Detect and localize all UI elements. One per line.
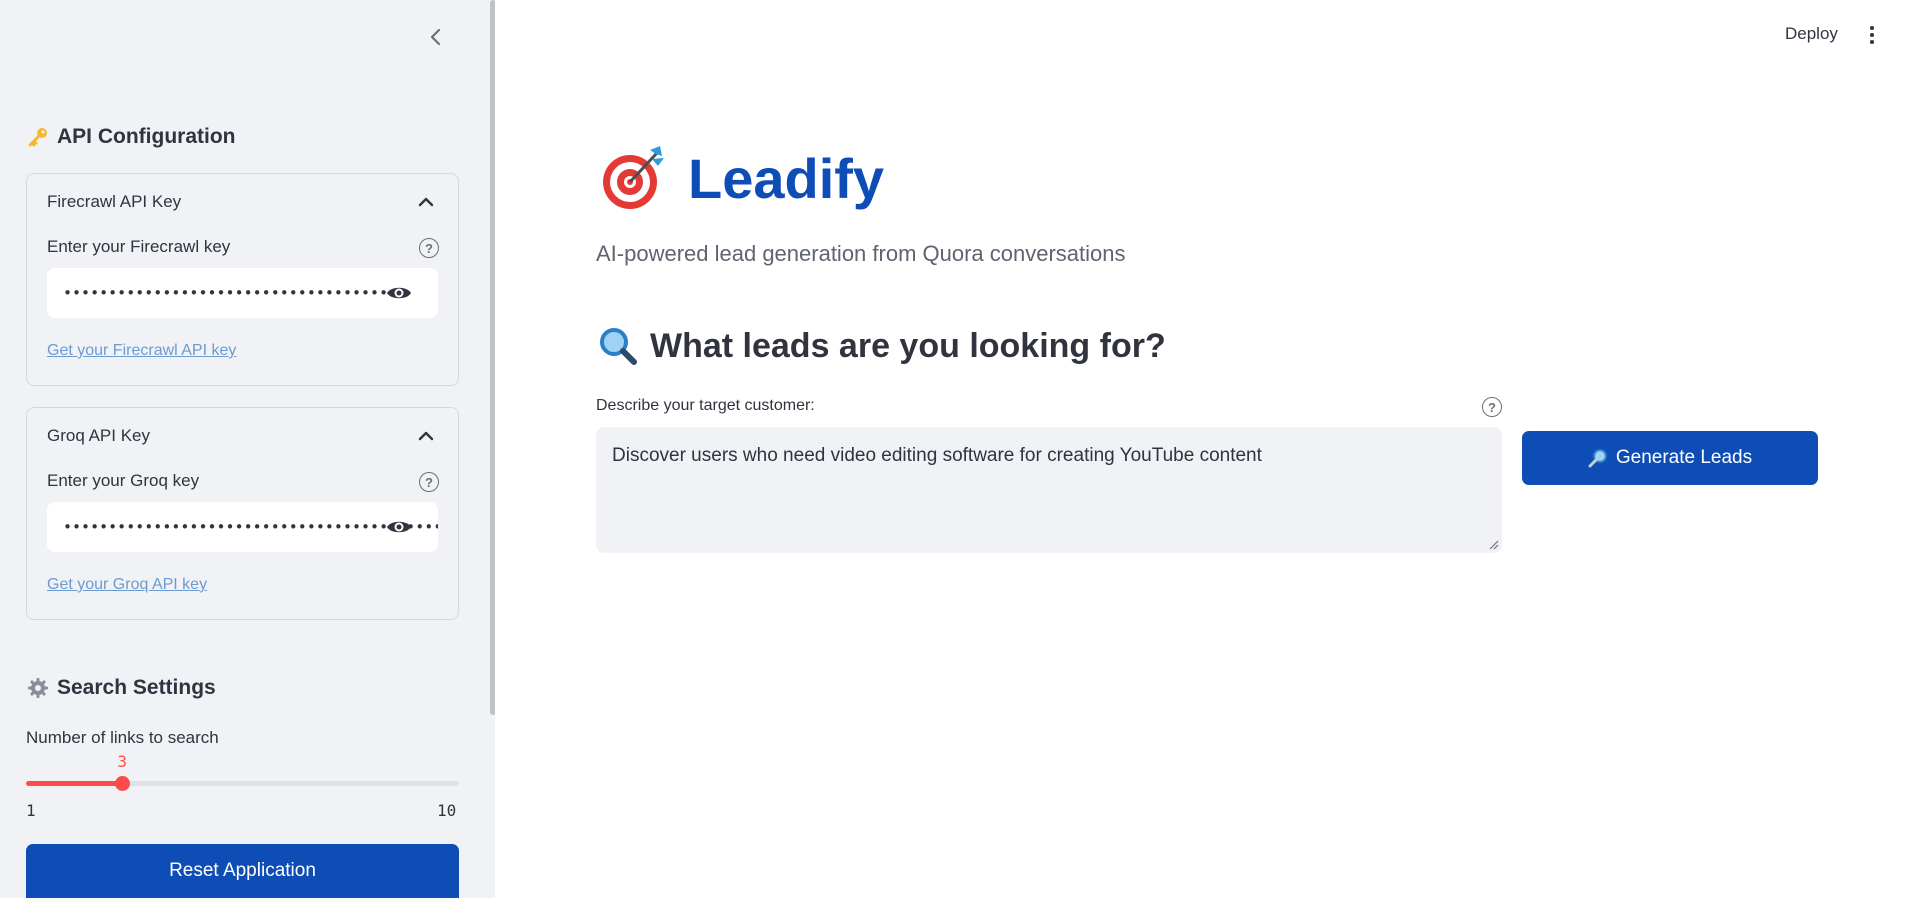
search-settings-heading: Search Settings — [27, 676, 216, 700]
target-customer-label: Describe your target customer: — [596, 397, 815, 414]
slider-min-label: 1 — [26, 801, 36, 820]
app-title: Leadify — [598, 142, 884, 214]
api-config-heading: API Configuration — [27, 125, 235, 149]
query-heading: What leads are you looking for? — [598, 326, 1166, 366]
links-slider-value: 3 — [117, 752, 128, 771]
slider-fill — [26, 781, 123, 786]
slider-max-label: 10 — [437, 801, 457, 820]
main-menu-button[interactable] — [1862, 24, 1882, 46]
sidebar-scrollbar[interactable] — [490, 0, 495, 715]
eye-icon[interactable] — [385, 517, 413, 537]
slider-thumb[interactable] — [115, 776, 131, 791]
help-icon[interactable]: ? — [1482, 397, 1502, 417]
magnifier-icon — [600, 328, 637, 365]
search-settings-title: Search Settings — [57, 676, 216, 699]
links-slider[interactable] — [26, 776, 459, 791]
eye-icon[interactable] — [385, 283, 413, 303]
chevron-up-icon[interactable] — [416, 192, 436, 212]
chevron-up-icon[interactable] — [416, 426, 436, 446]
gear-icon — [28, 678, 48, 698]
firecrawl-key-label: Enter your Firecrawl key — [47, 237, 231, 256]
firecrawl-key-input[interactable]: •••••••••••••••••••••••••••••••••••• — [47, 268, 438, 318]
help-icon[interactable]: ? — [419, 472, 439, 492]
groq-expander-header[interactable]: Groq API Key — [47, 426, 150, 446]
query-heading-text: What leads are you looking for? — [650, 326, 1166, 365]
kebab-dot — [1870, 33, 1874, 37]
help-icon[interactable]: ? — [419, 238, 439, 258]
kebab-dot — [1870, 40, 1874, 44]
page-title: Leadify — [688, 146, 885, 210]
firecrawl-expander: Firecrawl API Key Enter your Firecrawl k… — [26, 173, 459, 386]
groq-key-input[interactable]: ••••••••••••••••••••••••••••••••••••• •••… — [47, 502, 438, 552]
deploy-button[interactable]: Deploy — [1785, 24, 1838, 44]
generate-leads-label: Generate Leads — [1615, 447, 1753, 468]
kebab-dot — [1870, 26, 1874, 30]
groq-key-label: Enter your Groq key — [47, 471, 200, 490]
target-customer-textarea[interactable]: Discover users who need video editing so… — [596, 427, 1502, 553]
magnifier-icon — [1588, 449, 1607, 468]
links-slider-label: Number of links to search — [26, 728, 219, 747]
collapse-sidebar-button[interactable] — [423, 24, 449, 50]
firecrawl-expander-header[interactable]: Firecrawl API Key — [47, 192, 181, 212]
key-icon — [28, 128, 47, 147]
firecrawl-key-link[interactable]: Get your Firecrawl API key — [47, 342, 236, 360]
chevron-left-icon — [430, 28, 441, 46]
generate-leads-button[interactable]: Generate Leads — [1522, 431, 1818, 485]
reset-application-button[interactable]: Reset Application — [26, 844, 459, 898]
target-icon — [603, 146, 664, 209]
page-subtitle: AI-powered lead generation from Quora co… — [596, 241, 1126, 266]
sidebar: API Configuration Firecrawl API Key Ente… — [0, 0, 495, 898]
api-config-title: API Configuration — [57, 125, 236, 148]
resize-handle-icon[interactable] — [1489, 540, 1499, 550]
groq-key-link[interactable]: Get your Groq API key — [47, 576, 207, 594]
groq-expander: Groq API Key Enter your Groq key ? •••••… — [26, 407, 459, 620]
